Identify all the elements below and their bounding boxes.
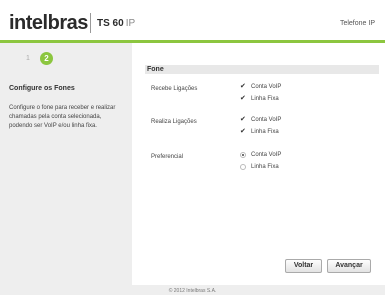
checkmark-icon: ✔ xyxy=(240,128,246,135)
footer-copyright: © 2012 Intelbras S.A. xyxy=(0,285,385,295)
step-indicator-previous: 1 xyxy=(26,55,30,62)
model-name: TS 60 xyxy=(97,18,124,29)
radio-selected-icon xyxy=(240,152,246,158)
radio-unselected-icon xyxy=(240,164,246,170)
checkmark-icon: ✔ xyxy=(240,116,246,123)
radio-preferencial-voip[interactable]: Conta VoIP xyxy=(240,151,281,160)
row-label-preferencial: Preferencial xyxy=(151,154,184,160)
option-label: Conta VoIP xyxy=(251,117,282,123)
sidebar-description: Configure o fone para receber e realizar… xyxy=(9,105,116,129)
option-label: Conta VoIP xyxy=(251,84,282,90)
intelbras-logo: intelbras xyxy=(9,12,88,34)
wizard-sidebar: 1 2 Configure os Fones Configure o fone … xyxy=(0,43,132,285)
header: intelbras TS 60 IP Telefone IP xyxy=(0,0,385,40)
main-panel: Fone Recebe Ligações ✔ Conta VoIP ✔ Linha … xyxy=(132,43,385,285)
checkbox-realiza-fixa[interactable]: ✔ Linha Fixa xyxy=(240,128,279,137)
checkbox-recebe-voip[interactable]: ✔ Conta VoIP xyxy=(240,83,281,92)
checkmark-icon: ✔ xyxy=(240,95,246,102)
checkbox-recebe-fixa[interactable]: ✔ Linha Fixa xyxy=(240,95,279,104)
radio-preferencial-fixa[interactable]: Linha Fixa xyxy=(240,163,279,172)
option-label: Conta VoIP xyxy=(251,152,282,158)
option-label: Linha Fixa xyxy=(251,129,279,135)
row-label-realiza: Realiza Ligações xyxy=(151,119,197,125)
product-title: Telefone IP xyxy=(339,20,375,27)
option-label: Linha Fixa xyxy=(251,96,279,102)
logo-separator xyxy=(90,13,91,33)
checkmark-icon: ✔ xyxy=(240,83,246,90)
checkbox-realiza-voip[interactable]: ✔ Conta VoIP xyxy=(240,116,281,125)
device-model: TS 60 IP xyxy=(97,18,135,30)
step-indicator-current: 2 xyxy=(40,52,53,65)
section-title: Fone xyxy=(145,65,379,74)
sidebar-title: Configure os Fones xyxy=(9,85,75,92)
option-label: Linha Fixa xyxy=(251,164,279,170)
back-button[interactable]: Voltar xyxy=(285,259,322,273)
next-button[interactable]: Avançar xyxy=(327,259,371,273)
model-suffix: IP xyxy=(125,18,136,29)
row-label-recebe: Recebe Ligações xyxy=(151,86,198,92)
